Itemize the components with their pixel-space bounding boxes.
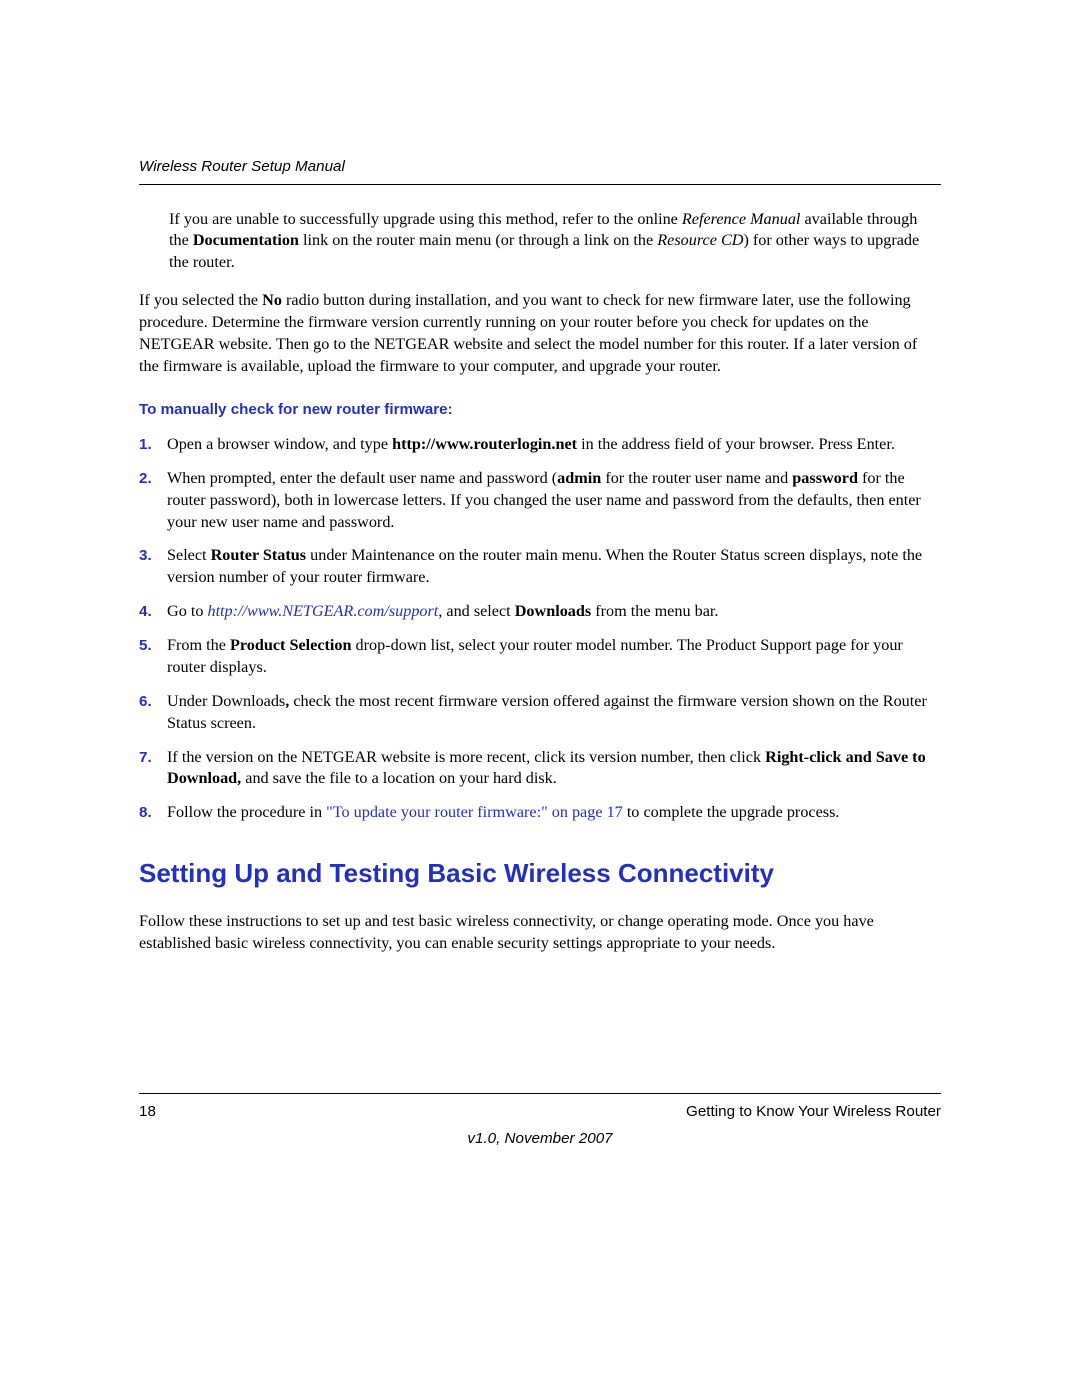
step-body: Select Router Status under Maintenance o… [167,545,941,589]
step-number: 4. [139,601,167,623]
step-number: 6. [139,691,167,735]
admin-bold: admin [557,469,605,487]
footer-version: v1.0, November 2007 [139,1129,941,1150]
step-number: 5. [139,635,167,679]
page-footer: 18 Getting to Know Your Wireless Router [139,1093,941,1123]
step-5: 5. From the Product Selection drop-down … [139,635,941,679]
password-bold: password [792,469,858,487]
reference-manual-text: Reference Manual [682,210,801,228]
text: in the address field of your browser. Pr… [577,435,895,453]
step-body: If the version on the NETGEAR website is… [167,747,941,791]
step-number: 3. [139,545,167,589]
text: From the [167,636,230,654]
text: to complete the upgrade process. [623,803,840,821]
paragraph-follow-instructions: Follow these instructions to set up and … [139,911,941,955]
step-body: Go to http://www.NETGEAR.com/support, an… [167,601,941,623]
footer-row: 18 Getting to Know Your Wireless Router [139,1102,941,1123]
step-8: 8. Follow the procedure in "To update yo… [139,802,941,824]
resource-cd-text: Resource CD [657,231,743,249]
page-container: Wireless Router Setup Manual If you are … [139,0,941,1397]
step-number: 7. [139,747,167,791]
step-body: When prompted, enter the default user na… [167,468,941,534]
header-title: Wireless Router Setup Manual [139,157,941,178]
step-6: 6. Under Downloads, check the most recen… [139,691,941,735]
text: for the router user name and [605,469,792,487]
netgear-support-link[interactable]: http://www.NETGEAR.com/support [207,602,438,620]
url-bold: http://www.routerlogin.net [392,435,577,453]
text: link on the router main menu (or through… [299,231,657,249]
page-header: Wireless Router Setup Manual [139,0,941,185]
text: If the version on the NETGEAR website is… [167,748,765,766]
step-4: 4. Go to http://www.NETGEAR.com/support,… [139,601,941,623]
text: Open a browser window, and type [167,435,392,453]
text: Under Downloads [167,692,285,710]
intro-paragraph: If you are unable to successfully upgrad… [169,209,941,275]
text: , and select [438,602,514,620]
product-selection-bold: Product Selection [230,636,352,654]
step-number: 1. [139,434,167,456]
step-body: Follow the procedure in "To update your … [167,802,941,824]
text: and save the file to a location on your … [241,769,557,787]
step-7: 7. If the version on the NETGEAR website… [139,747,941,791]
router-status-bold: Router Status [211,546,306,564]
step-body: Open a browser window, and type http://w… [167,434,941,456]
step-number: 2. [139,468,167,534]
step-number: 8. [139,802,167,824]
text: Go to [167,602,207,620]
step-body: Under Downloads, check the most recent f… [167,691,941,735]
no-bold: No [262,291,282,309]
update-firmware-link[interactable]: "To update your router firmware:" on pag… [326,803,623,821]
text: Follow the procedure in [167,803,326,821]
step-3: 3. Select Router Status under Maintenanc… [139,545,941,589]
section-heading: Setting Up and Testing Basic Wireless Co… [139,856,941,891]
text: When prompted, enter the default user na… [167,469,557,487]
page-number: 18 [139,1102,156,1123]
footer-rule [139,1093,941,1094]
step-1: 1. Open a browser window, and type http:… [139,434,941,456]
step-2: 2. When prompted, enter the default user… [139,468,941,534]
steps-list: 1. Open a browser window, and type http:… [139,434,941,824]
paragraph-no-radio: If you selected the No radio button duri… [139,290,941,377]
downloads-bold: Downloads [515,602,591,620]
text: If you selected the [139,291,262,309]
subheading-manual-check: To manually check for new router firmwar… [139,400,941,421]
documentation-bold: Documentation [193,231,299,249]
section-name: Getting to Know Your Wireless Router [686,1102,941,1123]
text: If you are unable to successfully upgrad… [169,210,682,228]
body-content: If you are unable to successfully upgrad… [139,185,941,955]
text: from the menu bar. [591,602,718,620]
text: Select [167,546,211,564]
step-body: From the Product Selection drop-down lis… [167,635,941,679]
